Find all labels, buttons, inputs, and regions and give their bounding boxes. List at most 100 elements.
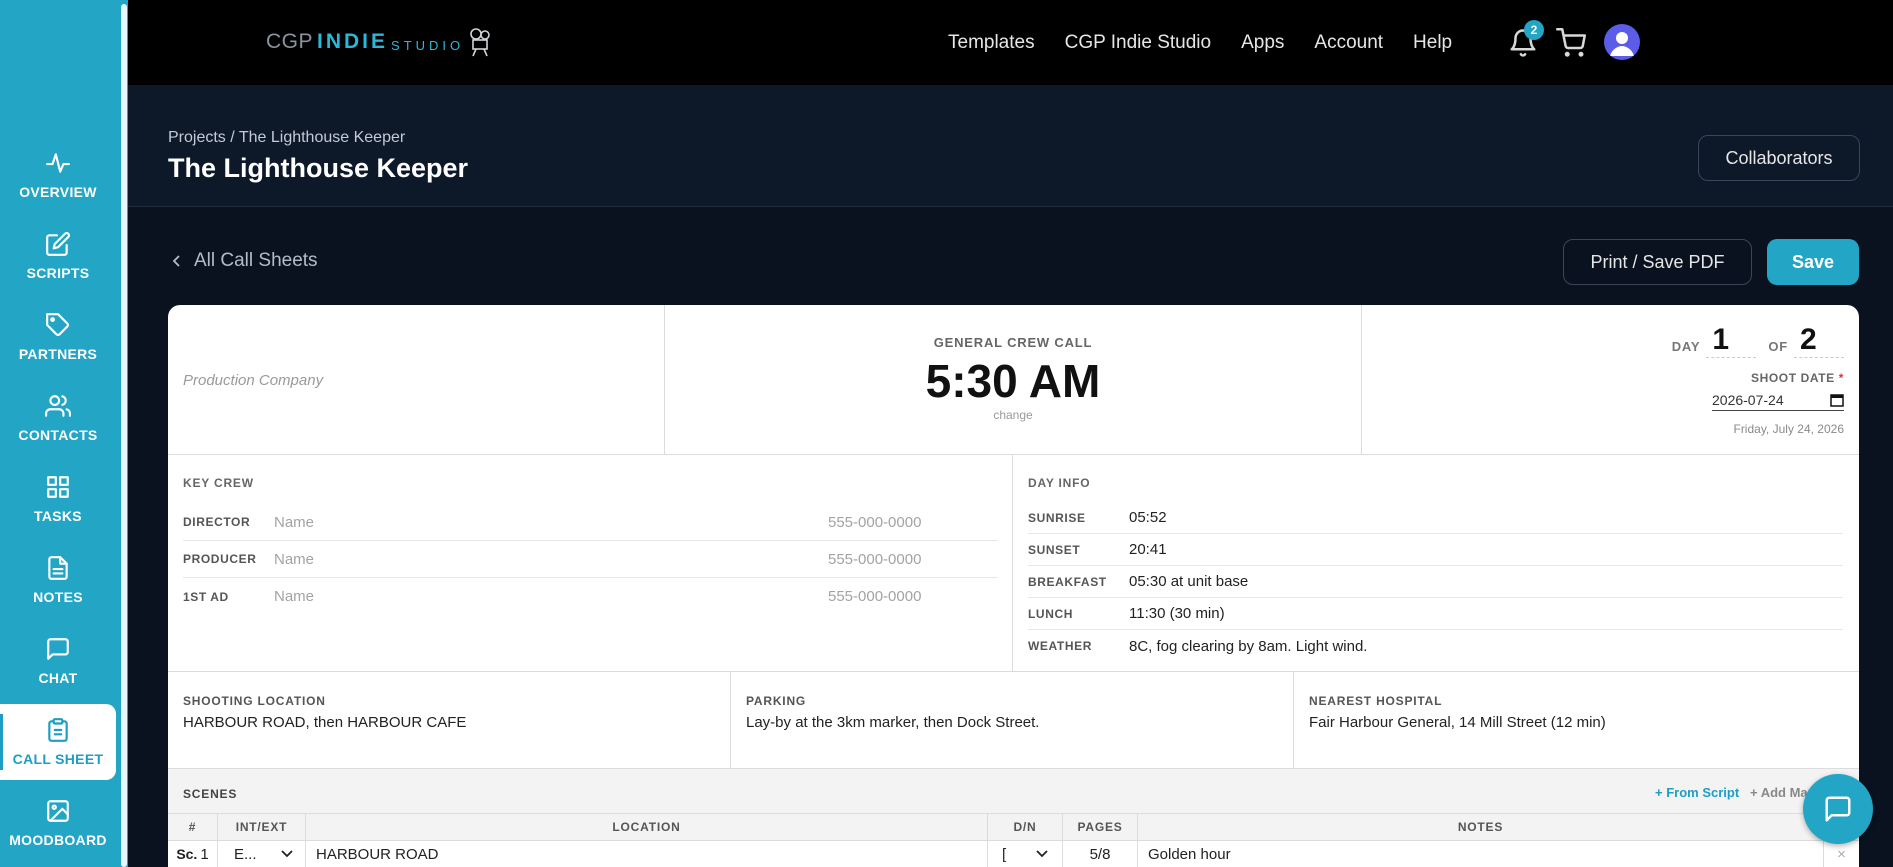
film-camera-icon: [470, 28, 490, 57]
sidebar-item-contacts[interactable]: CONTACTS: [0, 380, 116, 456]
sidebar-item-overview[interactable]: OVERVIEW: [0, 137, 116, 213]
users-icon: [45, 395, 71, 417]
day-night-select[interactable]: [: [988, 841, 1063, 867]
day-info-label: DAY INFO: [1028, 476, 1091, 490]
sidebar-item-chat[interactable]: CHAT: [0, 623, 116, 699]
info-row-weather: WEATHER 8C, fog clearing by 8am. Light w…: [1028, 630, 1843, 662]
nav-help[interactable]: Help: [1413, 32, 1452, 54]
scene-number-cell[interactable]: Sc. 1: [168, 841, 218, 867]
shoot-date-input[interactable]: 2026-07-24: [1712, 389, 1844, 411]
image-icon: [47, 800, 69, 822]
info-row-sunrise: SUNRISE 05:52: [1028, 502, 1843, 534]
crew-row-1st-ad: 1ST AD Name 555-000-0000: [183, 578, 998, 615]
nav-templates[interactable]: Templates: [948, 32, 1035, 54]
info-key: WEATHER: [1028, 639, 1092, 653]
day-info-cell: DAY 1 OF 2 SHOOT DATE * 2026-07-24 Frida…: [1362, 305, 1859, 455]
location-key: SHOOTING LOCATION: [183, 694, 326, 708]
info-value[interactable]: 05:52: [1129, 509, 1167, 526]
nav-apps[interactable]: Apps: [1241, 32, 1284, 54]
location-value[interactable]: Lay-by at the 3km marker, then Dock Stre…: [746, 714, 1039, 731]
sidebar-item-partners[interactable]: PARTNERS: [0, 299, 116, 375]
crew-phone-input[interactable]: 555-000-0000: [828, 551, 948, 568]
save-button[interactable]: Save: [1767, 239, 1859, 285]
sidebar-scrollbar[interactable]: [121, 4, 127, 867]
sidebar-item-call-sheet[interactable]: CALL SHEET: [0, 704, 116, 780]
logo-text: INDIE: [317, 30, 389, 53]
pages-input[interactable]: 5/8: [1063, 841, 1138, 867]
call-sheet-header-row: Production Company GENERAL CREW CALL 5:3…: [168, 305, 1859, 455]
info-value[interactable]: 11:30 (30 min): [1129, 605, 1225, 622]
breadcrumb[interactable]: Projects / The Lighthouse Keeper: [168, 129, 405, 147]
col-int-ext: INT/EXT: [218, 814, 306, 840]
nav-account[interactable]: Account: [1314, 32, 1383, 54]
cart-icon[interactable]: [1556, 28, 1586, 58]
chat-fab-button[interactable]: [1803, 774, 1873, 844]
day-label: DAY: [1671, 339, 1701, 354]
key-crew-label: KEY CREW: [183, 476, 254, 490]
grid-icon: [47, 476, 69, 498]
info-value[interactable]: 8C, fog clearing by 8am. Light wind.: [1129, 638, 1367, 655]
sidebar-item-label: PARTNERS: [18, 346, 98, 362]
int-ext-select[interactable]: E...: [218, 841, 306, 867]
general-call-time: 5:30 AM: [925, 355, 1101, 407]
info-row-breakfast: BREAKFAST 05:30 at unit base: [1028, 566, 1843, 598]
sidebar-item-label: MOODBOARD: [9, 832, 107, 848]
sidebar-item-moodboard[interactable]: MOODBOARD: [0, 785, 116, 861]
shoot-date-value: 2026-07-24: [1712, 391, 1784, 408]
sidebar: OVERVIEW SCRIPTS PARTNERS CONTACTS TASKS…: [0, 0, 128, 867]
message-icon: [47, 638, 69, 660]
remove-scene-button[interactable]: ×: [1824, 841, 1859, 867]
sidebar-item-label: CONTACTS: [18, 427, 98, 443]
production-company-field[interactable]: Production Company: [183, 372, 323, 389]
calendar-icon[interactable]: [1830, 393, 1844, 407]
back-to-call-sheets-link[interactable]: All Call Sheets: [172, 250, 318, 272]
sidebar-item-notes[interactable]: NOTES: [0, 542, 116, 618]
location-value[interactable]: Fair Harbour General, 14 Mill Street (12…: [1309, 714, 1606, 731]
sidebar-item-label: TASKS: [34, 508, 82, 524]
user-avatar-icon: [1610, 32, 1634, 56]
collaborators-button[interactable]: Collaborators: [1698, 135, 1860, 181]
sidebar-item-tasks[interactable]: TASKS: [0, 461, 116, 537]
add-from-script-button[interactable]: + From Script: [1655, 785, 1739, 800]
file-text-icon: [48, 556, 68, 580]
call-sheet: Production Company GENERAL CREW CALL 5:3…: [168, 305, 1859, 867]
scene-notes-input[interactable]: Golden hour: [1138, 841, 1824, 867]
col-pages: PAGES: [1063, 814, 1138, 840]
sidebar-item-label: CALL SHEET: [12, 751, 104, 767]
shooting-location-cell[interactable]: SHOOTING LOCATION HARBOUR ROAD, then HAR…: [168, 672, 731, 769]
int-ext-value: E...: [234, 845, 257, 863]
top-navbar: CGP INDIE STUDIO Templates CGP Indie Stu…: [128, 0, 1893, 85]
crew-name-input[interactable]: Name: [274, 514, 828, 531]
nearest-hospital-cell[interactable]: NEAREST HOSPITAL Fair Harbour General, 1…: [1294, 672, 1859, 769]
production-company-cell[interactable]: Production Company: [168, 305, 665, 455]
crew-name-input[interactable]: Name: [274, 551, 828, 568]
col-day-night: D/N: [988, 814, 1063, 840]
info-value[interactable]: 20:41: [1129, 541, 1167, 558]
day-number-field[interactable]: 1: [1706, 323, 1757, 358]
location-value[interactable]: HARBOUR ROAD, then HARBOUR CAFE: [183, 714, 466, 731]
scene-location-input[interactable]: HARBOUR ROAD: [306, 841, 988, 867]
parking-cell[interactable]: PARKING Lay-by at the 3km marker, then D…: [731, 672, 1294, 769]
info-value[interactable]: 05:30 at unit base: [1129, 573, 1248, 590]
add-manual-scene-button[interactable]: + Add Ma: [1750, 785, 1808, 800]
logo[interactable]: CGP INDIE STUDIO: [266, 18, 492, 66]
total-days-field[interactable]: 2: [1794, 323, 1844, 358]
print-save-pdf-button[interactable]: Print / Save PDF: [1563, 239, 1752, 285]
col-notes: NOTES: [1138, 814, 1824, 840]
general-call-label: GENERAL CREW CALL: [933, 335, 1093, 350]
scene-prefix: Sc.: [176, 846, 198, 862]
page-title: The Lighthouse Keeper: [168, 153, 469, 183]
crew-phone-input[interactable]: 555-000-0000: [828, 588, 948, 605]
avatar[interactable]: [1604, 24, 1640, 60]
chevron-down-icon: [281, 850, 293, 858]
sidebar-item-label: SCRIPTS: [26, 265, 90, 281]
crew-phone-input[interactable]: 555-000-0000: [828, 514, 948, 531]
location-key: NEAREST HOSPITAL: [1309, 694, 1443, 708]
notification-badge: 2: [1524, 20, 1544, 40]
sidebar-item-scripts[interactable]: SCRIPTS: [0, 218, 116, 294]
crew-name-input[interactable]: Name: [274, 588, 828, 605]
chevron-down-icon: [1036, 850, 1048, 858]
nav-cgp-indie-studio[interactable]: CGP Indie Studio: [1065, 32, 1211, 54]
activity-icon: [46, 153, 70, 173]
change-call-time-link[interactable]: change: [665, 408, 1361, 422]
